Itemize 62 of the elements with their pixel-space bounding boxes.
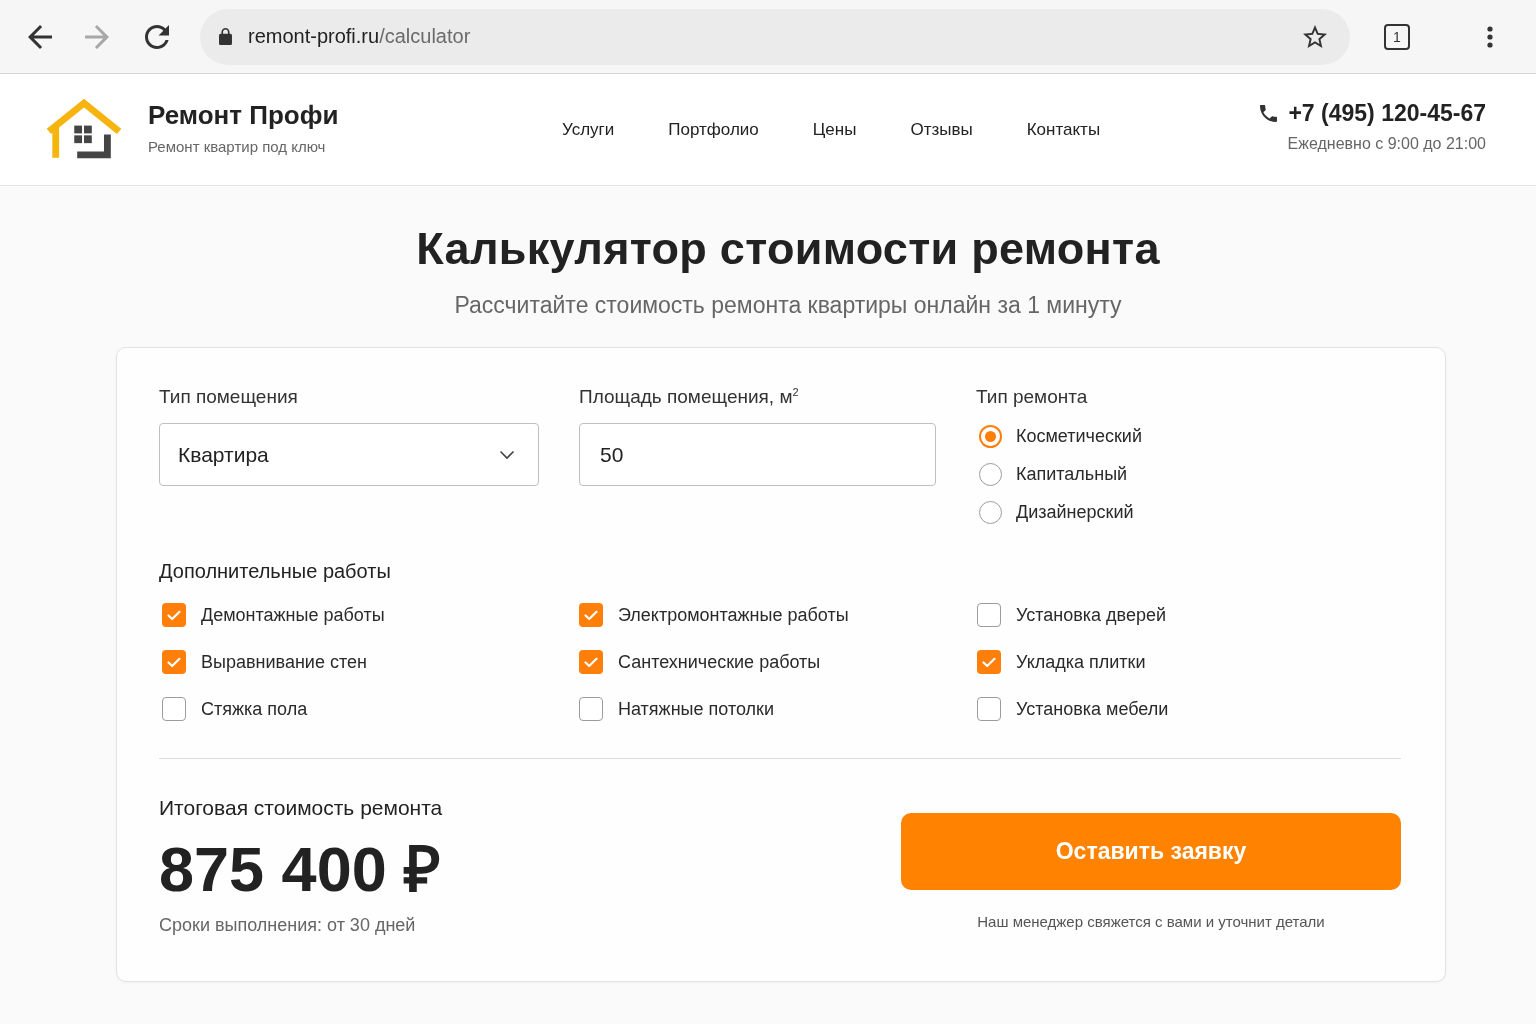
- checkbox-label[interactable]: Демонтажные работы: [201, 604, 385, 626]
- radio-label[interactable]: Косметический: [1016, 425, 1142, 447]
- nav-link[interactable]: Отзывы: [910, 119, 973, 140]
- checkbox[interactable]: [977, 603, 1001, 627]
- checkbox-label[interactable]: Электромонтажные работы: [618, 604, 849, 626]
- radio-label[interactable]: Дизайнерский: [1016, 501, 1134, 523]
- section-title: Дополнительные работы: [159, 559, 392, 584]
- lock-icon: [219, 28, 232, 45]
- nav-link[interactable]: Портфолио: [668, 119, 759, 140]
- working-hours: Ежедневно с 9:00 до 21:00: [1287, 135, 1486, 153]
- reload-icon[interactable]: [145, 24, 169, 49]
- room-type-select[interactable]: Квартира: [159, 423, 539, 486]
- brand-tagline: Ремонт квартир под ключ: [148, 138, 327, 155]
- nav-link[interactable]: Услуги: [562, 119, 615, 140]
- checkbox-label[interactable]: Сантехнические работы: [618, 651, 821, 673]
- checkbox[interactable]: [977, 697, 1001, 721]
- checkbox-label[interactable]: Установка мебели: [1016, 698, 1169, 720]
- radio-button[interactable]: [979, 500, 1002, 524]
- phone-number[interactable]: +7 (495) 120-45-67: [1288, 100, 1486, 127]
- checkbox[interactable]: [162, 697, 186, 721]
- nav-link[interactable]: Цены: [812, 119, 857, 140]
- nav-link[interactable]: Контакты: [1026, 119, 1101, 140]
- check-icon: [584, 609, 598, 621]
- checkbox[interactable]: [162, 650, 186, 674]
- phone-icon: [1260, 105, 1278, 122]
- checkbox[interactable]: [579, 697, 603, 721]
- checkbox-label[interactable]: Натяжные потолки: [618, 698, 774, 720]
- field-label: Тип ремонта: [976, 385, 1089, 409]
- star-icon[interactable]: [1303, 25, 1327, 48]
- check-icon: [167, 609, 181, 621]
- address-bar[interactable]: remont-profi.ru/calculator: [200, 8, 1350, 65]
- radio-button[interactable]: [979, 462, 1002, 486]
- submit-note: Наш менеджер свяжется с вами и уточнит детали: [977, 913, 1325, 930]
- tab-count-button[interactable]: 1: [1384, 23, 1410, 50]
- total-label: Итоговая стоимость ремонта: [159, 795, 443, 821]
- chevron-down-icon: [499, 449, 515, 460]
- url-text[interactable]: remont-profi.ru/calculator: [248, 25, 471, 48]
- radio-button[interactable]: [979, 424, 1002, 448]
- duration-text: Сроки выполнения: от 30 дней: [159, 914, 417, 937]
- check-icon: [982, 656, 996, 668]
- checkbox[interactable]: [977, 650, 1001, 674]
- checkbox-label[interactable]: Стяжка пола: [201, 698, 308, 720]
- checkbox-label[interactable]: Установка дверей: [1016, 604, 1167, 626]
- checkbox-label[interactable]: Выравнивание стен: [201, 651, 367, 673]
- checkbox[interactable]: [579, 603, 603, 627]
- check-icon: [584, 656, 598, 668]
- check-icon: [167, 656, 181, 668]
- field-label: Площадь помещения, м$^{2}$: [579, 385, 800, 409]
- checkbox[interactable]: [162, 603, 186, 627]
- checkbox[interactable]: [579, 650, 603, 674]
- page-subtitle: Рассчитайте стоимость ремонта квартиры онлайн за 1 минуту: [453, 291, 1123, 320]
- house-logo-icon[interactable]: [45, 99, 123, 160]
- radio-label[interactable]: Капитальный: [1016, 463, 1128, 485]
- brand-name[interactable]: Ремонт Профи: [148, 100, 339, 131]
- page-title: Калькулятор стоимости ремонта: [415, 222, 1161, 276]
- more-menu-icon[interactable]: [1487, 25, 1493, 48]
- total-price: 875 400 ₽: [159, 833, 443, 905]
- forward-icon[interactable]: [85, 24, 109, 49]
- checkbox-label[interactable]: Укладка плитки: [1016, 651, 1146, 673]
- field-label: Тип помещения: [159, 385, 299, 409]
- area-input[interactable]: 50: [579, 423, 936, 486]
- back-icon[interactable]: [28, 24, 52, 49]
